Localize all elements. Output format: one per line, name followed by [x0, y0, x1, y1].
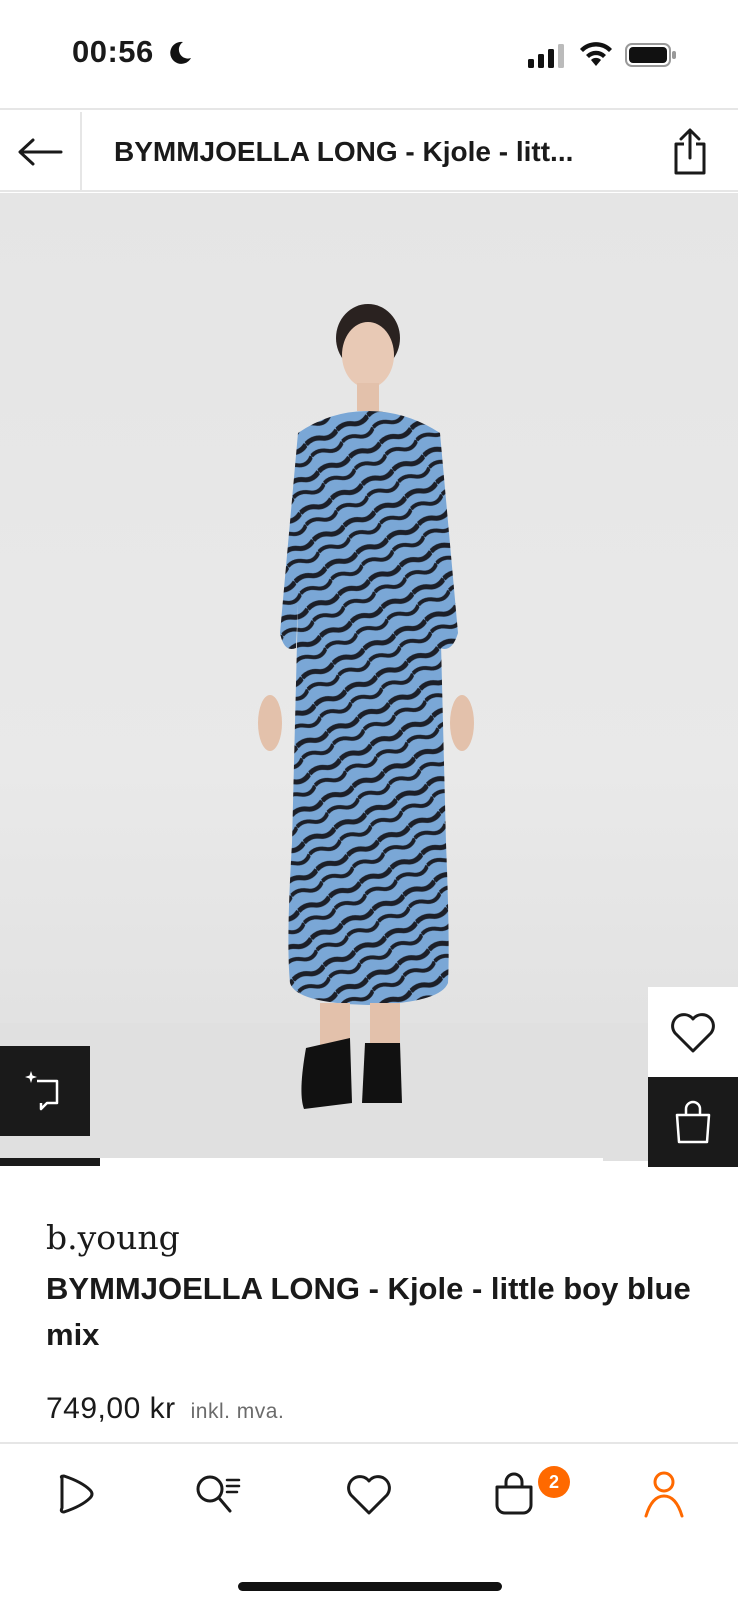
add-to-wishlist-button[interactable] — [648, 987, 738, 1077]
product-image[interactable] — [0, 193, 738, 1161]
bottom-nav: 2 — [0, 1442, 738, 1600]
share-icon — [674, 128, 706, 175]
heart-icon — [347, 1475, 391, 1515]
moon-icon — [170, 41, 191, 64]
price-row: 749,00 kr inkl. mva. — [46, 1392, 284, 1426]
bag-icon — [495, 1472, 533, 1515]
battery-icon — [625, 43, 676, 67]
arrow-left-icon — [18, 138, 63, 166]
heart-icon — [671, 1013, 715, 1053]
product-name: BYMMJOELLA LONG - Kjole - little boy blu… — [46, 1271, 691, 1352]
status-bar: 00:56 — [0, 0, 738, 110]
play-icon — [59, 1474, 94, 1514]
nav-item-search[interactable] — [188, 1464, 248, 1524]
product-price: 749,00 kr — [46, 1392, 176, 1425]
cart-count-badge: 2 — [538, 1466, 570, 1498]
add-to-bag-button[interactable] — [648, 1077, 738, 1167]
home-indicator — [238, 1582, 502, 1591]
similar-items-icon — [25, 1071, 59, 1111]
search-list-icon — [196, 1475, 241, 1513]
product-header: BYMMJOELLA LONG - Kjole - litt... — [0, 112, 738, 192]
cellular-signal-icon — [528, 44, 564, 68]
status-time: 00:56 — [72, 34, 154, 69]
nav-item-bag[interactable] — [484, 1464, 544, 1524]
product-brand[interactable]: b.young — [46, 1218, 180, 1257]
nav-item-wishlist[interactable] — [339, 1464, 399, 1524]
page-title: BYMMJOELLA LONG - Kjole - litt... — [114, 136, 574, 167]
nav-item-account[interactable] — [634, 1464, 694, 1524]
user-icon — [644, 1471, 684, 1518]
vat-note: inkl. mva. — [190, 1400, 285, 1423]
model-photo — [258, 304, 474, 1109]
image-carousel-indicator — [0, 1158, 100, 1166]
back-button[interactable] — [0, 112, 82, 192]
find-similar-button[interactable] — [0, 1046, 90, 1136]
shopping-bag-icon — [675, 1100, 711, 1144]
wifi-icon — [580, 42, 612, 66]
share-button[interactable] — [664, 126, 716, 178]
nav-item-discover[interactable] — [44, 1464, 104, 1524]
